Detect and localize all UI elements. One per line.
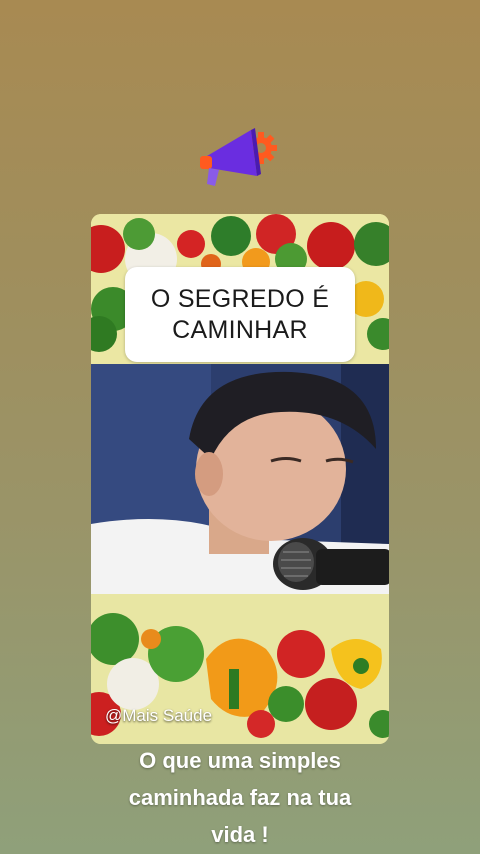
video-title-card: O SEGREDO É CAMINHAR <box>125 267 355 362</box>
video-frame[interactable] <box>91 364 389 594</box>
story-caption: O que uma simples caminhada faz na tua v… <box>40 742 440 853</box>
video-title-line-1: O SEGREDO É <box>150 284 330 313</box>
caption-line-1: O que uma simples <box>139 748 341 773</box>
megaphone-icon <box>200 128 277 186</box>
caption-line-3: vida ! <box>211 822 269 847</box>
caption-line-2: caminhada faz na tua <box>128 785 352 810</box>
watermark-handle: @Mais Saúde <box>105 706 213 725</box>
video-card[interactable]: O SEGREDO É CAMINHAR @Mais Saúde <box>91 214 389 744</box>
video-title-line-2: CAMINHAR <box>172 315 308 344</box>
